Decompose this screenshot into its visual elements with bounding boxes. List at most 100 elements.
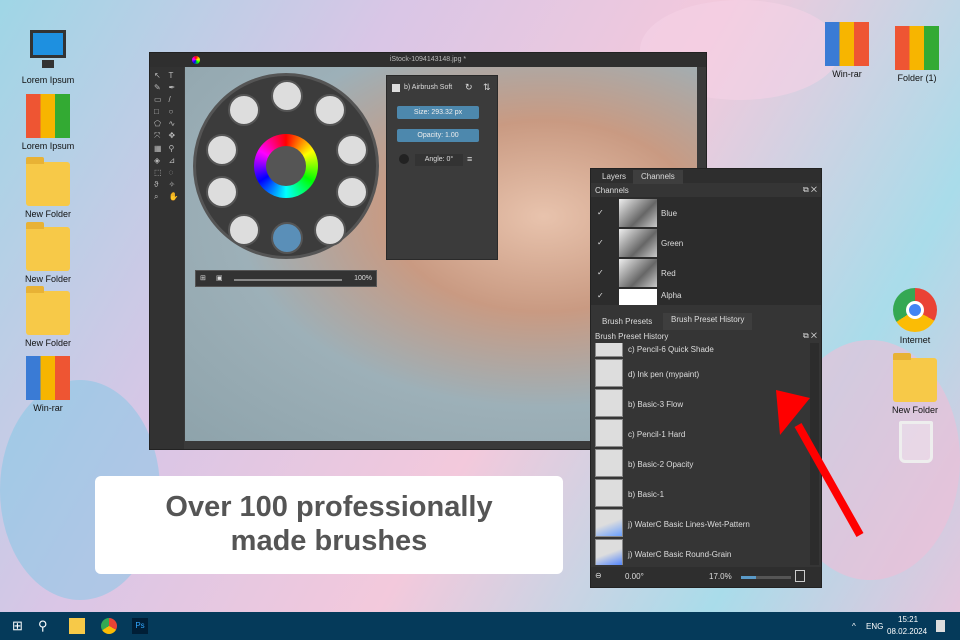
brush-preset-slot[interactable]	[336, 134, 368, 166]
brush-preset-slot-selected[interactable]	[271, 222, 303, 254]
brush-name: c) Pencil-1 Hard	[628, 430, 686, 439]
channel-row[interactable]: ✓ Green	[591, 228, 807, 258]
brush-row[interactable]: c) Pencil-6 Quick Shade	[595, 343, 807, 359]
brush-preset-slot[interactable]	[314, 94, 346, 126]
fill-tool-icon[interactable]: ◈	[154, 156, 166, 165]
tab-brush-presets[interactable]: Brush Presets	[594, 315, 660, 329]
rectangle-tool-icon[interactable]: □	[154, 107, 166, 116]
brush-preset-slot[interactable]	[228, 94, 260, 126]
windows-start-icon[interactable]: ⊞	[12, 618, 28, 634]
rect-tool-icon[interactable]: ▭	[154, 95, 166, 104]
tab-channels[interactable]: Channels	[633, 170, 683, 184]
brush-name: j) WaterC Basic Lines-Wet-Pattern	[628, 520, 750, 529]
desktop-icon-winrar[interactable]: Win-rar	[13, 356, 83, 413]
float-close-icons[interactable]: ⧉ ✕	[803, 185, 817, 195]
angle-field[interactable]: Angle: 0°	[415, 154, 463, 166]
mirror-icon[interactable]: ⊞	[200, 274, 206, 282]
magic-wand-icon[interactable]: ✧	[169, 180, 181, 189]
channel-row[interactable]: ✓ Blue	[591, 198, 807, 228]
desktop-icon-binders[interactable]: Folder (1)	[882, 26, 952, 83]
desktop-icon-label: Lorem Ipsum	[21, 141, 75, 151]
search-icon[interactable]: ⚲	[38, 618, 54, 634]
color-wheel[interactable]	[254, 134, 318, 198]
toolbox: ↖ T ✎ ✒ ▭ / □ ○ ⬠ ∿ ⤧ ✥ ▦ ⚲ ◈ ⊿ ⬚ ◌ ϑ ✧ ⌕ ✋	[150, 67, 184, 449]
desktop-icon-internet[interactable]: Internet	[880, 288, 950, 345]
select-tool-icon[interactable]: ↖	[154, 71, 166, 80]
opacity-slider[interactable]: Opacity: 1.00	[397, 129, 479, 142]
pan-tool-icon[interactable]: ✋	[169, 192, 181, 202]
picker-tool-icon[interactable]: ⚲	[169, 144, 181, 153]
zoom-slider[interactable]	[234, 279, 342, 281]
float-close-icons[interactable]: ⧉ ✕	[803, 331, 817, 341]
zoom-slider[interactable]	[741, 576, 791, 579]
clock-time[interactable]: 15:21	[898, 615, 918, 624]
canvas-icon[interactable]: ▣	[216, 274, 223, 282]
tab-layers[interactable]: Layers	[594, 170, 634, 184]
reset-icon[interactable]: ↻	[465, 82, 473, 93]
ellipse-tool-icon[interactable]: ○	[169, 107, 181, 116]
check-icon[interactable]: ✓	[597, 208, 604, 217]
rotation-icon[interactable]: ⊖	[595, 571, 602, 580]
ellipse-select-icon[interactable]: ◌	[169, 168, 181, 177]
desktop-icon-folder[interactable]: New Folder	[13, 286, 83, 348]
brush-preset-slot[interactable]	[206, 176, 238, 208]
check-icon[interactable]: ✓	[597, 238, 604, 247]
desktop-icon-binders[interactable]: Lorem Ipsum	[13, 94, 83, 151]
brush-preset-slot[interactable]	[314, 214, 346, 246]
caption-line: Over 100 professionally	[165, 491, 493, 523]
angle-dial-icon[interactable]	[399, 154, 409, 164]
desktop-icon-folder[interactable]: New Folder	[13, 222, 83, 284]
check-icon[interactable]: ✓	[597, 291, 604, 300]
brush-tool-icon[interactable]: ✎	[154, 83, 166, 92]
line-tool-icon[interactable]: /	[169, 95, 181, 104]
brush-thumbnail	[595, 389, 623, 417]
brush-preset-icon	[392, 84, 400, 92]
channel-name: Red	[661, 269, 676, 278]
size-slider[interactable]: Size: 293.32 px	[397, 106, 479, 119]
zoom-tool-icon[interactable]: ⌕	[154, 192, 166, 202]
recycle-bin-icon[interactable]	[899, 421, 933, 463]
brush-preset-slot[interactable]	[228, 214, 260, 246]
file-explorer-icon[interactable]	[69, 618, 85, 634]
path-tool-icon[interactable]: ∿	[169, 119, 181, 128]
rect-select-icon[interactable]: ⬚	[154, 168, 166, 177]
brush-thumbnail	[595, 479, 623, 507]
fit-icon[interactable]	[795, 570, 805, 582]
chrome-icon[interactable]	[101, 618, 117, 634]
status-bar: ⊖ 0.00° 17.0%	[591, 567, 821, 587]
desktop-icon-winrar[interactable]: Win-rar	[812, 22, 882, 79]
brush-thumbnail	[595, 419, 623, 447]
pen-tool-icon[interactable]: ✒	[169, 83, 181, 92]
transform-tool-icon[interactable]: ⤧	[154, 131, 166, 141]
language-indicator[interactable]: ENG	[866, 622, 883, 631]
channel-thumbnail	[619, 229, 657, 257]
desktop-icon-computer[interactable]: Lorem Ipsum	[13, 28, 83, 85]
text-tool-icon[interactable]: T	[169, 71, 181, 80]
channel-row[interactable]: ✓ Red	[591, 258, 807, 288]
brush-wheel-popup[interactable]	[193, 73, 379, 259]
channel-row[interactable]: ✓ Alpha	[591, 288, 807, 305]
channels-list: ✓ Blue ✓ Green ✓ Red ✓ Alpha	[591, 197, 821, 305]
clock-date[interactable]: 08.02.2024	[887, 627, 927, 636]
brush-preset-slot[interactable]	[336, 176, 368, 208]
brush-preset-slot[interactable]	[206, 134, 238, 166]
desktop-icon-folder[interactable]: New Folder	[880, 353, 950, 415]
measure-tool-icon[interactable]: ⊿	[169, 156, 181, 165]
desktop-icon-folder[interactable]: New Folder	[13, 157, 83, 219]
notification-icon[interactable]	[936, 620, 945, 632]
channel-thumbnail	[619, 259, 657, 287]
gradient-tool-icon[interactable]: ▦	[154, 144, 166, 153]
move-tool-icon[interactable]: ✥	[169, 131, 181, 141]
tab-brush-preset-history[interactable]: Brush Preset History	[663, 313, 753, 330]
history-header: Brush Preset History	[595, 332, 668, 341]
menu-icon[interactable]: ≡	[467, 154, 472, 164]
channels-header: Channels	[595, 186, 629, 195]
brush-preset-slot[interactable]	[271, 80, 303, 112]
settings-icon[interactable]: ⇅	[483, 82, 491, 93]
check-icon[interactable]: ✓	[597, 268, 604, 277]
photoshop-icon[interactable]: Ps	[132, 618, 148, 634]
tray-chevron-icon[interactable]: ^	[852, 622, 856, 631]
polygon-tool-icon[interactable]: ⬠	[154, 119, 166, 128]
brush-row[interactable]: j) WaterC Basic Round-Grain	[595, 539, 807, 565]
lasso-select-icon[interactable]: ϑ	[154, 180, 166, 189]
